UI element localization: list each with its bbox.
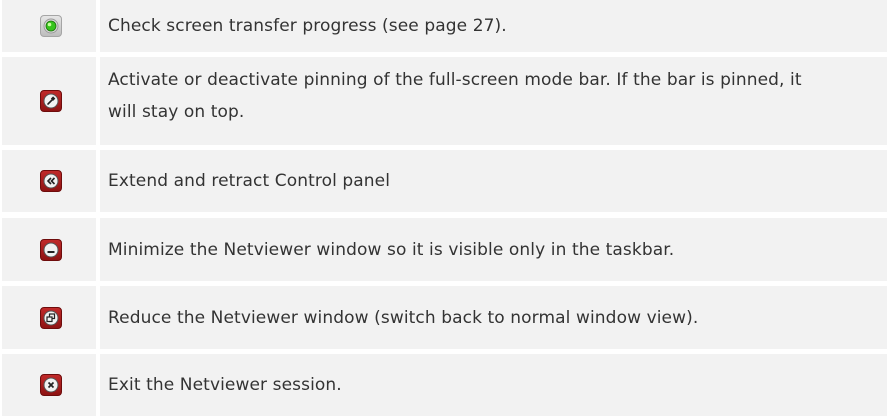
pin-icon bbox=[40, 90, 62, 112]
table-row: Minimize the Netviewer window so it is v… bbox=[2, 218, 887, 281]
description-text: Extend and retract Control panel bbox=[108, 171, 391, 191]
icon-description-table: Check screen transfer progress (see page… bbox=[2, 0, 887, 416]
description-cell: Exit the Netviewer session. bbox=[108, 354, 887, 416]
description-cell: Reduce the Netviewer window (switch back… bbox=[108, 286, 887, 349]
description-text: Reduce the Netviewer window (switch back… bbox=[108, 307, 699, 328]
icon-cell bbox=[6, 286, 100, 349]
table-row: Exit the Netviewer session. bbox=[2, 354, 887, 416]
status-green-icon bbox=[40, 15, 62, 37]
double-chevron-left-icon bbox=[40, 170, 62, 192]
description-cell: Check screen transfer progress (see page… bbox=[108, 0, 887, 52]
description-text: Activate or deactivate pinning of the fu… bbox=[108, 70, 802, 122]
icon-cell bbox=[6, 57, 100, 145]
icon-cell bbox=[6, 218, 100, 281]
close-icon bbox=[40, 374, 62, 396]
table-row: Extend and retract Control panel bbox=[2, 150, 887, 212]
table-row: Activate or deactivate pinning of the fu… bbox=[2, 57, 887, 145]
icon-cell bbox=[6, 0, 100, 52]
description-text: Exit the Netviewer session. bbox=[108, 375, 342, 395]
description-text: Check screen transfer progress (see page… bbox=[108, 16, 507, 36]
minimize-icon bbox=[40, 238, 62, 261]
description-cell: Activate or deactivate pinning of the fu… bbox=[108, 57, 887, 145]
table-row: Check screen transfer progress (see page… bbox=[2, 0, 887, 52]
icon-cell bbox=[6, 354, 100, 416]
icon-cell bbox=[6, 150, 100, 212]
description-text: Minimize the Netviewer window so it is v… bbox=[108, 239, 675, 260]
table-row: Reduce the Netviewer window (switch back… bbox=[2, 286, 887, 349]
description-cell: Minimize the Netviewer window so it is v… bbox=[108, 218, 887, 281]
description-cell: Extend and retract Control panel bbox=[108, 150, 887, 212]
restore-window-icon bbox=[40, 306, 62, 329]
